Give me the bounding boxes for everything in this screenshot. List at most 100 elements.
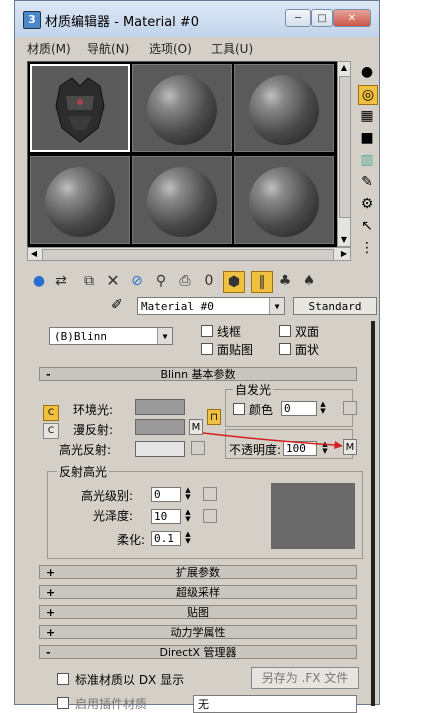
self-illum-spinner[interactable]: ▲ ▼ — [318, 401, 328, 415]
video-color-check-icon[interactable]: ▥ — [358, 151, 376, 169]
wire-checkbox[interactable] — [201, 325, 213, 337]
menu-navigation[interactable]: 导航(N) — [87, 40, 129, 57]
backlight-icon[interactable]: ◎ — [358, 85, 378, 105]
sample-slot-1[interactable] — [30, 64, 130, 152]
make-unique-icon[interactable]: ⚲ — [151, 271, 171, 291]
chevron-down-icon[interactable]: ▼ — [157, 328, 172, 344]
red-arrow-annotation — [202, 432, 343, 449]
material-name-row: ✐ Material #0 ▼ Standard — [25, 297, 377, 317]
go-to-parent-icon[interactable]: ♣ — [275, 271, 295, 291]
two-sided-checkbox[interactable] — [279, 325, 291, 337]
pick-material-from-object-icon[interactable]: ✐ — [111, 297, 123, 313]
self-illum-color-checkbox[interactable] — [233, 403, 245, 415]
specular-highlights-title: 反射高光 — [57, 463, 110, 480]
options-icon[interactable]: ⚙ — [358, 195, 376, 213]
ambient-color-swatch[interactable] — [135, 399, 185, 415]
armor-preview — [55, 77, 105, 143]
lock-icon[interactable]: ⊓ — [207, 409, 221, 425]
rollout-sign: + — [46, 586, 56, 599]
soften-field[interactable]: 0.1 — [151, 531, 181, 546]
slots-horizontal-scrollbar[interactable]: ◀ ▶ — [27, 247, 351, 261]
sample-slot-4[interactable] — [30, 156, 130, 244]
select-by-material-icon[interactable]: ↖ — [358, 217, 376, 235]
get-material-icon[interactable]: ● — [29, 271, 49, 291]
background-checker-icon[interactable]: ▦ — [358, 107, 376, 125]
rollout-maps[interactable]: + 贴图 — [39, 605, 357, 619]
window-title: 材质编辑器 - Material #0 — [45, 15, 200, 30]
panel-scrollbar[interactable] — [371, 321, 375, 706]
wire-label: 线框 — [217, 325, 242, 339]
menu-material[interactable]: 材质(M) — [27, 40, 71, 57]
make-copy-icon[interactable]: ⊘ — [127, 271, 147, 291]
material-name-value: Material #0 — [141, 300, 214, 313]
rollout-supersampling[interactable]: + 超级采样 — [39, 585, 357, 599]
specular-level-field[interactable]: 0 — [151, 487, 181, 502]
rollout-title: DirectX 管理器 — [159, 646, 237, 659]
main-toolbar: ● ⇄ ⧉ ✕ ⊘ ⚲ ⎙ 0 ⬢ ‖ ♣ ♠ — [25, 269, 375, 295]
soften-spinner[interactable]: ▲ ▼ — [183, 531, 193, 545]
plugin-material-select[interactable]: 无 — [193, 695, 357, 713]
sample-slot-2[interactable] — [132, 64, 232, 152]
rollout-extended-parameters[interactable]: + 扩展参数 — [39, 565, 357, 579]
scroll-thumb[interactable] — [339, 76, 351, 218]
lock-ambient-diffuse-icon[interactable]: C — [43, 405, 59, 421]
sample-slot-6[interactable] — [234, 156, 334, 244]
chevron-down-icon[interactable]: ▼ — [269, 298, 284, 314]
specular-level-spinner[interactable]: ▲ ▼ — [183, 487, 193, 501]
lock-diffuse-specular-icon[interactable]: C — [43, 423, 59, 439]
slots-vertical-scrollbar[interactable]: ▲ ▼ — [337, 61, 351, 247]
glossiness-spinner[interactable]: ▲ ▼ — [183, 509, 193, 523]
save-as-fx-button[interactable]: 另存为 .FX 文件 — [251, 667, 359, 689]
faceted-checkbox[interactable] — [279, 343, 291, 355]
specular-label: 高光反射: — [59, 443, 112, 457]
face-map-checkbox[interactable] — [201, 343, 213, 355]
reset-map-icon[interactable]: ✕ — [103, 271, 123, 291]
specular-color-swatch[interactable] — [135, 441, 185, 457]
scroll-right-icon[interactable]: ▶ — [338, 248, 350, 260]
minimize-button[interactable]: ─ — [285, 9, 311, 27]
dx-display-checkbox[interactable] — [57, 673, 69, 685]
sample-uv-tiling-icon[interactable]: ■ — [358, 129, 376, 147]
scroll-thumb[interactable] — [42, 249, 334, 261]
put-to-scene-icon[interactable]: ⇄ — [51, 271, 71, 291]
shader-select[interactable]: (B)Blinn ▼ — [49, 327, 173, 345]
maximize-button[interactable]: □ — [311, 9, 333, 27]
self-illum-value-field[interactable]: 0 — [281, 401, 317, 416]
glossiness-map-button[interactable] — [203, 509, 217, 523]
sample-slot-3[interactable] — [234, 64, 334, 152]
scroll-up-icon[interactable]: ▲ — [338, 62, 350, 74]
sphere-preview — [249, 75, 319, 145]
rollout-title: 超级采样 — [176, 586, 220, 599]
rollout-dynamics[interactable]: + 动力学属性 — [39, 625, 357, 639]
self-illum-map-button[interactable] — [343, 401, 357, 415]
menu-options[interactable]: 选项(O) — [149, 40, 192, 57]
menu-bar: 材质(M) 导航(N) 选项(O) 工具(U) — [23, 37, 373, 59]
material-id-channel-icon[interactable]: 0 — [199, 271, 219, 291]
enable-plugin-material-checkbox[interactable] — [57, 697, 69, 709]
rollout-title: Blinn 基本参数 — [160, 368, 236, 381]
menu-utilities[interactable]: 工具(U) — [211, 40, 253, 57]
close-button[interactable]: ✕ — [333, 9, 371, 27]
rollout-blinn-basic[interactable]: - Blinn 基本参数 — [39, 367, 357, 381]
scroll-left-icon[interactable]: ◀ — [28, 248, 40, 260]
show-end-result-icon[interactable]: ‖ — [251, 271, 273, 293]
diffuse-color-swatch[interactable] — [135, 419, 185, 435]
show-map-in-viewport-icon[interactable]: ⬢ — [223, 271, 245, 293]
sample-type-icon[interactable]: ● — [358, 63, 376, 81]
rollout-title: 贴图 — [187, 606, 209, 619]
title-bar[interactable]: 3 材质编辑器 - Material #0 ─ □ ✕ — [15, 1, 379, 37]
sphere-preview — [147, 75, 217, 145]
make-preview-icon[interactable]: ✎ — [358, 173, 376, 191]
material-type-button[interactable]: Standard — [293, 297, 377, 315]
rollout-directx-manager[interactable]: - DirectX 管理器 — [39, 645, 357, 659]
material-name-field[interactable]: Material #0 ▼ — [137, 297, 285, 315]
put-to-library-icon[interactable]: ⎙ — [175, 271, 195, 291]
scroll-down-icon[interactable]: ▼ — [338, 234, 350, 246]
glossiness-field[interactable]: 10 — [151, 509, 181, 524]
sample-slot-5[interactable] — [132, 156, 232, 244]
go-forward-to-sibling-icon[interactable]: ♠ — [299, 271, 319, 291]
specular-level-map-button[interactable] — [203, 487, 217, 501]
assign-to-selection-icon[interactable]: ⧉ — [79, 271, 99, 291]
material-map-navigator-icon[interactable]: ⋮ — [358, 239, 376, 257]
rollout-sign: - — [46, 646, 51, 659]
